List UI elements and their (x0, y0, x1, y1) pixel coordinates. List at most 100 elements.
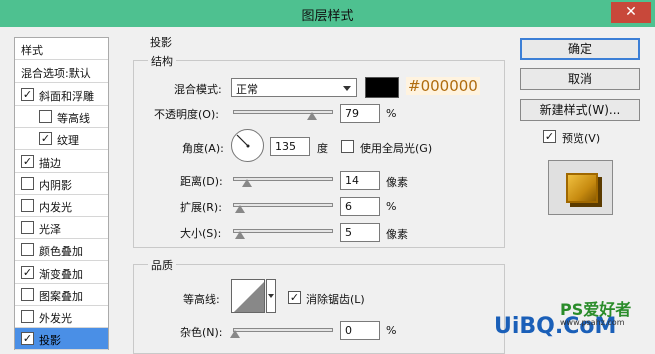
preview-checkbox[interactable]: ✓ (543, 130, 556, 143)
style-item-checkbox[interactable]: ✓ (39, 132, 52, 146)
shadow-color-swatch[interactable] (365, 77, 399, 98)
watermark-site: www.psahz.com (560, 318, 625, 327)
style-item-checkbox[interactable] (39, 110, 52, 124)
check-icon: ✓ (289, 291, 300, 304)
style-item-label: 图案叠加 (39, 289, 83, 303)
new-style-button[interactable]: 新建样式(W)... (520, 99, 640, 121)
style-item-label: 斜面和浮雕 (39, 90, 94, 103)
size-input[interactable]: 5 (340, 223, 380, 242)
style-item[interactable]: 等高线 (15, 106, 108, 129)
style-item[interactable]: ✓ 渐变叠加 (15, 262, 108, 284)
style-item-checkbox[interactable]: ✓ (21, 154, 34, 168)
size-slider[interactable] (233, 229, 333, 233)
style-item-label: 投影 (39, 334, 61, 348)
global-light-checkbox[interactable] (341, 140, 354, 153)
ok-button[interactable]: 确定 (520, 38, 640, 60)
title-bar[interactable]: 图层样式 ✕ (0, 0, 655, 27)
style-item-label: 渐变叠加 (39, 267, 83, 281)
style-item-checkbox[interactable] (21, 176, 34, 190)
style-item-checkbox[interactable]: ✓ (21, 265, 34, 279)
styles-header-label: 样式 (21, 44, 43, 57)
style-item-checkbox[interactable] (21, 287, 34, 301)
check-icon: ✓ (544, 130, 555, 143)
contour-picker[interactable] (231, 279, 265, 313)
style-item[interactable]: 颜色叠加 (15, 239, 108, 262)
style-item[interactable]: 图案叠加 (15, 284, 108, 306)
angle-input[interactable]: 135 (270, 137, 310, 156)
antialias-checkbox[interactable]: ✓ (288, 291, 301, 304)
preview-label: 预览(V) (562, 132, 601, 145)
watermark-ps-text: PS爱好者 (560, 300, 632, 319)
antialias-label: 消除锯齿(L) (306, 293, 365, 306)
size-slider-thumb[interactable] (235, 231, 245, 239)
styles-header[interactable]: 样式 (15, 38, 108, 60)
check-icon: ✓ (22, 332, 33, 346)
style-item[interactable]: 光泽 (15, 217, 108, 240)
style-item[interactable]: 内发光 (15, 195, 108, 217)
style-item[interactable]: ✓ 投影 (15, 328, 108, 351)
blend-mode-value: 正常 (236, 83, 258, 96)
noise-slider[interactable] (233, 328, 333, 332)
style-item-label: 描边 (39, 156, 61, 170)
check-icon: ✓ (22, 265, 33, 279)
cancel-button[interactable]: 取消 (520, 68, 640, 90)
preview-swatch (566, 173, 598, 203)
noise-input[interactable]: 0 (340, 321, 380, 340)
style-item-checkbox[interactable] (21, 310, 34, 323)
style-item-label: 内发光 (39, 201, 72, 214)
contour-label: 等高线: (183, 293, 220, 306)
style-item[interactable]: 内阴影 (15, 173, 108, 195)
style-item-label: 颜色叠加 (39, 245, 83, 259)
window-title: 图层样式 (301, 9, 354, 24)
style-item-label: 光泽 (39, 223, 61, 237)
angle-dial[interactable] (231, 129, 264, 162)
close-button[interactable]: ✕ (611, 2, 651, 23)
noise-unit: % (386, 324, 397, 337)
quality-group (133, 264, 505, 354)
style-item-label: 等高线 (57, 112, 90, 126)
style-item-checkbox[interactable]: ✓ (21, 332, 34, 346)
style-item-checkbox[interactable] (21, 199, 34, 212)
style-item[interactable]: ✓ 斜面和浮雕 (15, 84, 108, 106)
distance-slider-thumb[interactable] (242, 179, 252, 187)
blend-options-label: 混合选项:默认 (21, 67, 91, 80)
style-item-label: 外发光 (39, 312, 72, 325)
spread-slider[interactable] (233, 203, 333, 207)
style-item[interactable]: ✓ 纹理 (15, 128, 108, 151)
angle-unit: 度 (317, 142, 328, 155)
distance-label: 距离(D): (180, 175, 223, 188)
opacity-input[interactable]: 79 (340, 104, 380, 123)
size-label: 大小(S): (180, 227, 222, 240)
style-item-label: 纹理 (57, 134, 79, 148)
style-item-checkbox[interactable] (21, 221, 34, 235)
chevron-down-icon (343, 86, 351, 91)
blend-mode-select[interactable]: 正常 (231, 78, 357, 97)
spread-input[interactable]: 6 (340, 197, 380, 216)
opacity-unit: % (386, 107, 397, 120)
distance-input[interactable]: 14 (340, 171, 380, 190)
style-item[interactable]: 外发光 (15, 306, 108, 328)
angle-label: 角度(A): (182, 142, 224, 155)
style-item-label: 内阴影 (39, 178, 72, 192)
check-icon: ✓ (22, 154, 33, 168)
contour-dropdown-button[interactable] (266, 279, 276, 313)
chevron-down-icon (268, 294, 274, 298)
style-item-checkbox[interactable] (21, 243, 34, 257)
spread-slider-thumb[interactable] (235, 205, 245, 213)
opacity-slider[interactable] (233, 110, 333, 114)
spread-unit: % (386, 200, 397, 213)
size-unit: 像素 (386, 228, 408, 241)
style-item[interactable]: ✓ 描边 (15, 151, 108, 173)
noise-slider-thumb[interactable] (230, 330, 240, 338)
style-item-checkbox[interactable]: ✓ (21, 88, 34, 101)
blend-options-item[interactable]: 混合选项:默认 (15, 61, 108, 83)
global-light-label: 使用全局光(G) (360, 142, 433, 155)
opacity-slider-thumb[interactable] (307, 112, 317, 120)
color-hex-annotation: #000000 (406, 77, 480, 95)
linear-contour-icon (234, 282, 264, 312)
blend-mode-label: 混合模式: (174, 83, 222, 96)
check-icon: ✓ (40, 132, 51, 146)
check-icon: ✓ (22, 88, 33, 101)
section-title: 投影 (150, 36, 172, 49)
style-preview (548, 160, 613, 215)
